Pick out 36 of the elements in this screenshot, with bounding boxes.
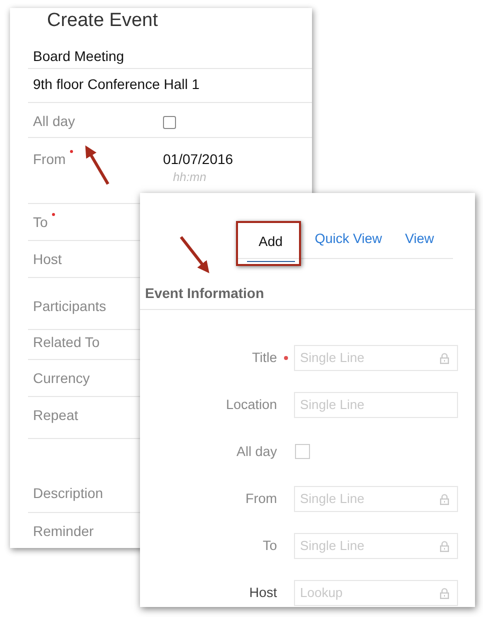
checkbox[interactable] xyxy=(295,444,310,459)
lock-icon xyxy=(440,588,449,598)
section-heading: Event Information xyxy=(140,259,475,310)
field-label: From xyxy=(246,491,277,506)
tab[interactable]: Add xyxy=(246,234,295,262)
field-value[interactable]: 9th floor Conference Hall 1 xyxy=(28,76,200,92)
field-label: Related To xyxy=(32,334,100,350)
date-value[interactable]: 01/07/2016 xyxy=(163,151,243,167)
field-label: All day xyxy=(236,444,277,459)
field-label: Host xyxy=(249,585,277,600)
lock-icon xyxy=(440,540,449,552)
annotation-arrow xyxy=(85,145,110,185)
field-label: Host xyxy=(32,251,62,267)
required-mark xyxy=(70,150,73,153)
field-label: Title xyxy=(252,350,277,365)
panel-title: Create Event xyxy=(46,9,159,33)
tab[interactable]: View xyxy=(400,231,439,259)
field-label: Location xyxy=(226,397,277,412)
field-value[interactable]: Board Meeting xyxy=(28,48,124,64)
field-label: From xyxy=(32,151,66,167)
required-mark xyxy=(52,213,55,216)
field-label: Reminder xyxy=(32,523,94,539)
annotation-arrow xyxy=(180,236,210,274)
field-label: All day xyxy=(32,113,76,129)
field-label: Description xyxy=(32,485,104,501)
checkbox[interactable] xyxy=(163,116,176,129)
time-field[interactable]: hh:mn xyxy=(163,167,243,184)
field-label: To xyxy=(32,214,48,230)
lock-icon xyxy=(440,494,449,504)
field-label: Repeat xyxy=(32,407,78,423)
field-label: To xyxy=(262,538,277,553)
lock-icon xyxy=(440,352,449,364)
field-label: Currency xyxy=(32,370,90,386)
field-label: Participants xyxy=(32,298,106,314)
required-mark xyxy=(284,356,288,360)
tab[interactable]: Quick View xyxy=(310,231,387,259)
